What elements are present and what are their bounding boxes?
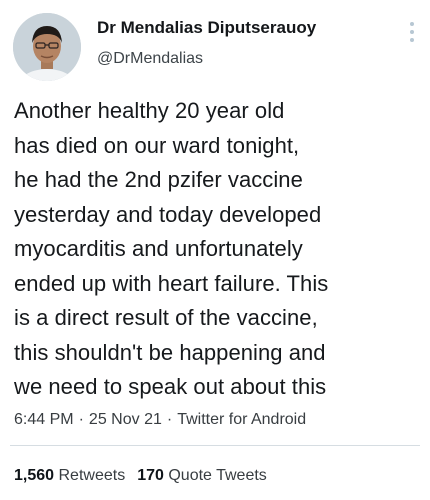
menu-dot [410, 22, 414, 26]
tweet-date[interactable]: 25 Nov 21 [89, 411, 162, 428]
author-handle[interactable]: @DrMendalias [97, 50, 203, 68]
tweet-card: Dr Mendalias Diputserauoy @DrMendalias A… [0, 0, 430, 500]
tweet-text: Another healthy 20 year old has died on … [14, 94, 424, 405]
avatar-image [13, 13, 81, 81]
divider [10, 445, 420, 446]
retweets-stat[interactable]: 1,560 Retweets [14, 467, 125, 484]
menu-dot [410, 38, 414, 42]
author-display-name[interactable]: Dr Mendalias Diputserauoy [97, 18, 316, 38]
tweet-text-line: we need to speak out about this [14, 374, 327, 399]
tweet-text-line: he had the 2nd pzifer vaccine [14, 167, 303, 192]
quote-tweets-count: 170 [137, 467, 164, 484]
tweet-stats: 1,560 Retweets 170 Quote Tweets [14, 467, 267, 485]
menu-dot [410, 30, 414, 34]
tweet-metadata: 6:44 PM · 25 Nov 21 · Twitter for Android [14, 411, 306, 429]
quote-tweets-label: Quote Tweets [168, 467, 267, 484]
retweets-label: Retweets [58, 467, 126, 484]
tweet-text-line: has died on our ward tonight, [14, 132, 300, 158]
tweet-source[interactable]: Twitter for Android [177, 411, 306, 428]
tweet-time[interactable]: 6:44 PM [14, 411, 74, 428]
meta-separator: · [166, 411, 173, 428]
meta-separator: · [78, 411, 84, 428]
quote-tweets-stat[interactable]: 170 Quote Tweets [137, 467, 267, 484]
tweet-text-line: Another healthy 20 year old [14, 98, 285, 123]
tweet-text-line: yesterday and today developed [14, 201, 322, 227]
more-options-icon[interactable] [406, 20, 418, 44]
avatar[interactable] [13, 13, 81, 81]
tweet-text-line: ended up with heart failure. This [14, 270, 329, 296]
tweet-text-line: this shouldn't be happening and [14, 339, 326, 365]
tweet-text-line: is a direct result of the vaccine, [14, 305, 318, 330]
tweet-text-line: myocarditis and unfortunately [14, 236, 303, 261]
retweets-count: 1,560 [14, 467, 55, 484]
